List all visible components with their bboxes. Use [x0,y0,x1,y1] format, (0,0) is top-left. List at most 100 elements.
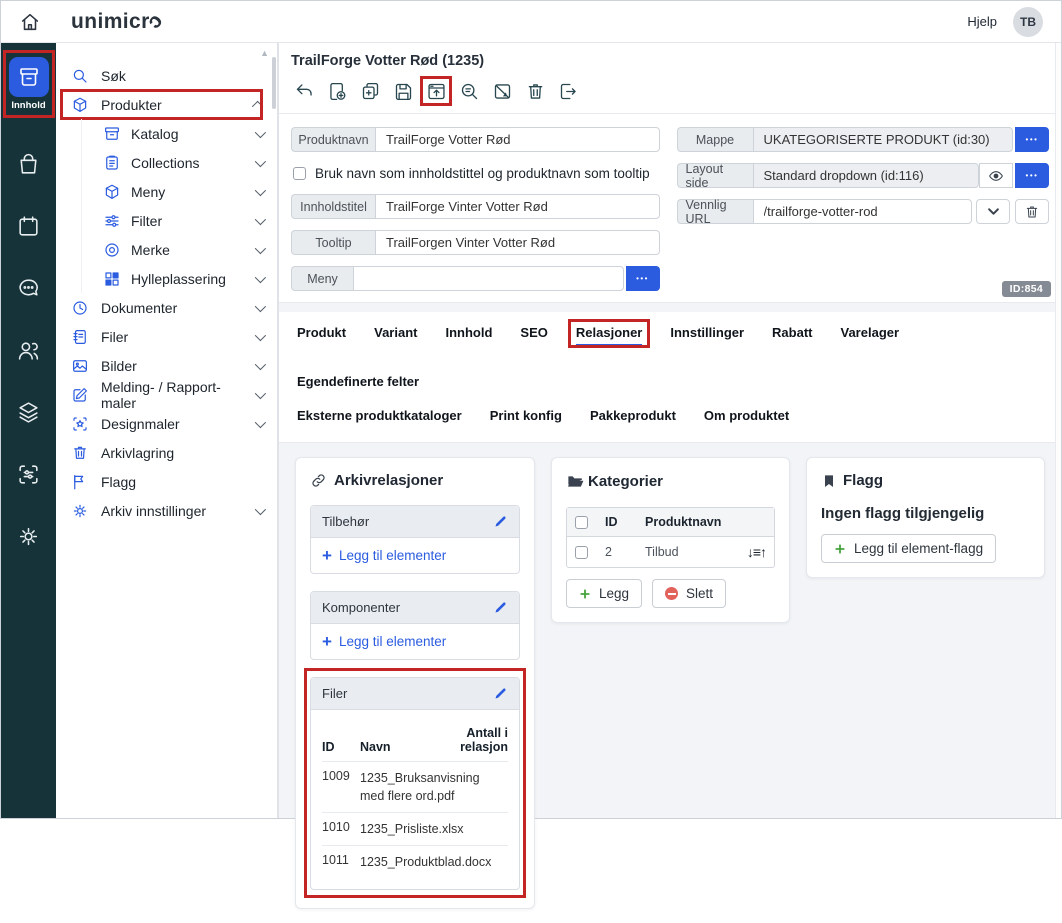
tab-innstillinger[interactable]: Innstillinger [670,325,744,346]
home-icon[interactable] [19,11,41,33]
edit-pencil-icon[interactable] [493,514,508,529]
legg-til-elementer-link[interactable]: +Legg til elementer [322,548,508,563]
nav-item-collections[interactable]: Collections [56,148,277,177]
duplicate-button[interactable] [357,78,383,104]
kategori-row[interactable]: 2Tilbud↓≡↑ [567,537,774,567]
url-delete-button[interactable] [1015,199,1049,224]
help-link[interactable]: Hjelp [967,14,997,29]
layout-browse-button[interactable]: ••• [1015,163,1049,188]
row-checkbox[interactable] [575,546,588,559]
nav-item-katalog[interactable]: Katalog [56,119,277,148]
chevron-down-icon[interactable] [255,184,266,195]
undo-button[interactable] [291,78,317,104]
rail-item-innhold[interactable]: Innhold [9,57,49,111]
rail-item-gear[interactable] [12,519,46,553]
nav-item-merke[interactable]: Merke [56,235,277,264]
sort-icon[interactable]: ↓≡↑ [732,544,766,560]
relation-group-tilbehør: Tilbehør+Legg til elementer [310,505,520,574]
legg-button[interactable]: Legg [566,579,642,608]
nav-item-dokumenter[interactable]: Dokumenter [56,293,277,322]
scroll-up-icon[interactable]: ▲ [260,48,269,58]
innholdstitel-input[interactable] [375,194,660,219]
arkivrelasjoner-card: Arkivrelasjoner Tilbehør+Legg til elemen… [295,457,535,909]
tab-variant[interactable]: Variant [374,325,417,346]
mappe-browse-button[interactable]: ••• [1015,127,1049,152]
rail-item-chat[interactable] [12,271,46,305]
main-scrollbar[interactable] [1055,43,1061,818]
legg-til-element-flagg-button[interactable]: Legg til element-flagg [821,534,996,563]
nav-item-bilder[interactable]: Bilder [56,351,277,380]
chevron-down-icon[interactable] [255,503,266,514]
select-all-checkbox[interactable] [575,516,588,529]
tab-rabatt[interactable]: Rabatt [772,325,812,346]
save-button[interactable] [390,78,416,104]
tab-produkt[interactable]: Produkt [297,325,346,346]
produktnavn-input[interactable] [375,127,660,152]
kategorier-card: Kategorier IDProduktnavn2Tilbud↓≡↑ Legg … [551,457,790,623]
nav-item-arkivlagring[interactable]: Arkivlagring [56,438,277,467]
nav-item-arkiv-innstillinger[interactable]: Arkiv innstillinger [56,496,277,525]
chevron-up-icon[interactable] [252,100,263,111]
slett-button[interactable]: Slett [652,579,726,608]
delete-button[interactable] [522,78,548,104]
chevron-down-icon[interactable] [255,329,266,340]
bin-icon [71,444,89,462]
nav-item-filter[interactable]: Filter [56,206,277,235]
folder-icon [566,472,585,491]
new-document-button[interactable] [324,78,350,104]
meny-browse-button[interactable]: ••• [626,266,660,291]
tab-egendefinerte-felter[interactable]: Egendefinerte felter [297,374,419,393]
legg-til-elementer-link[interactable]: +Legg til elementer [322,634,508,649]
tab-relasjoner[interactable]: Relasjoner [576,325,642,346]
chevron-down-icon[interactable] [255,358,266,369]
table-row[interactable]: 10101235_Prisliste.xlsx [322,812,508,845]
chevron-down-icon[interactable] [255,213,266,224]
url-expand-button[interactable] [976,199,1010,224]
rail-item-layers[interactable] [12,395,46,429]
chevron-down-icon[interactable] [255,126,266,137]
chevron-down-icon[interactable] [255,271,266,282]
use-name-checkbox[interactable] [293,167,306,180]
nav-item-designmaler[interactable]: Designmaler [56,409,277,438]
rail-item-bag[interactable] [12,147,46,181]
nav-item-flagg[interactable]: Flagg [56,467,277,496]
chevron-down-icon[interactable] [255,416,266,427]
nav-item-hylleplassering[interactable]: Hylleplassering [56,264,277,293]
nav-item-søk[interactable]: Søk [56,61,277,90]
rail-item-calendar[interactable] [12,209,46,243]
module-rail: Innhold [1,43,56,818]
tab-print-konfig[interactable]: Print konfig [490,408,562,427]
table-row[interactable]: 10091235_Bruksanvisning med flere ord.pd… [322,761,508,812]
tab-seo[interactable]: SEO [520,325,547,346]
filer-table: IDNavnAntall i relasjon10091235_Bruksanv… [322,720,508,879]
rail-item-scan-sliders[interactable] [12,457,46,491]
rail-item-users[interactable] [12,333,46,367]
layout-side-input[interactable] [753,163,979,188]
user-avatar[interactable]: TB [1013,7,1043,37]
chevron-down-icon[interactable] [255,300,266,311]
tab-varelager[interactable]: Varelager [841,325,900,346]
tab-pakkeprodukt[interactable]: Pakkeprodukt [590,408,676,427]
table-row[interactable]: 10111235_Produktblad.docx [322,845,508,878]
vennlig-url-input[interactable] [753,199,972,224]
tab-eksterne-produktkataloger[interactable]: Eksterne produktkataloger [297,408,462,427]
chevron-down-icon[interactable] [255,242,266,253]
publish-button[interactable] [423,78,449,104]
tab-innhold[interactable]: Innhold [445,325,492,346]
edit-pencil-icon[interactable] [493,600,508,615]
preview-button[interactable] [456,78,482,104]
edit-pencil-icon[interactable] [493,686,508,701]
layout-preview-button[interactable] [979,163,1013,188]
export-button[interactable] [555,78,581,104]
meny-input[interactable] [353,266,624,291]
tab-om-produktet[interactable]: Om produktet [704,408,789,427]
nav-item-filer[interactable]: Filer [56,322,277,351]
deselect-button[interactable] [489,78,515,104]
tooltip-input[interactable] [375,230,660,255]
mappe-input[interactable] [753,127,1013,152]
nav-item-melding-rapport-maler[interactable]: Melding- / Rapport-maler [56,380,277,409]
chevron-down-icon[interactable] [255,155,266,166]
chevron-down-icon[interactable] [255,387,266,398]
nav-item-produkter[interactable]: Produkter [56,90,277,119]
nav-item-meny[interactable]: Meny [56,177,277,206]
